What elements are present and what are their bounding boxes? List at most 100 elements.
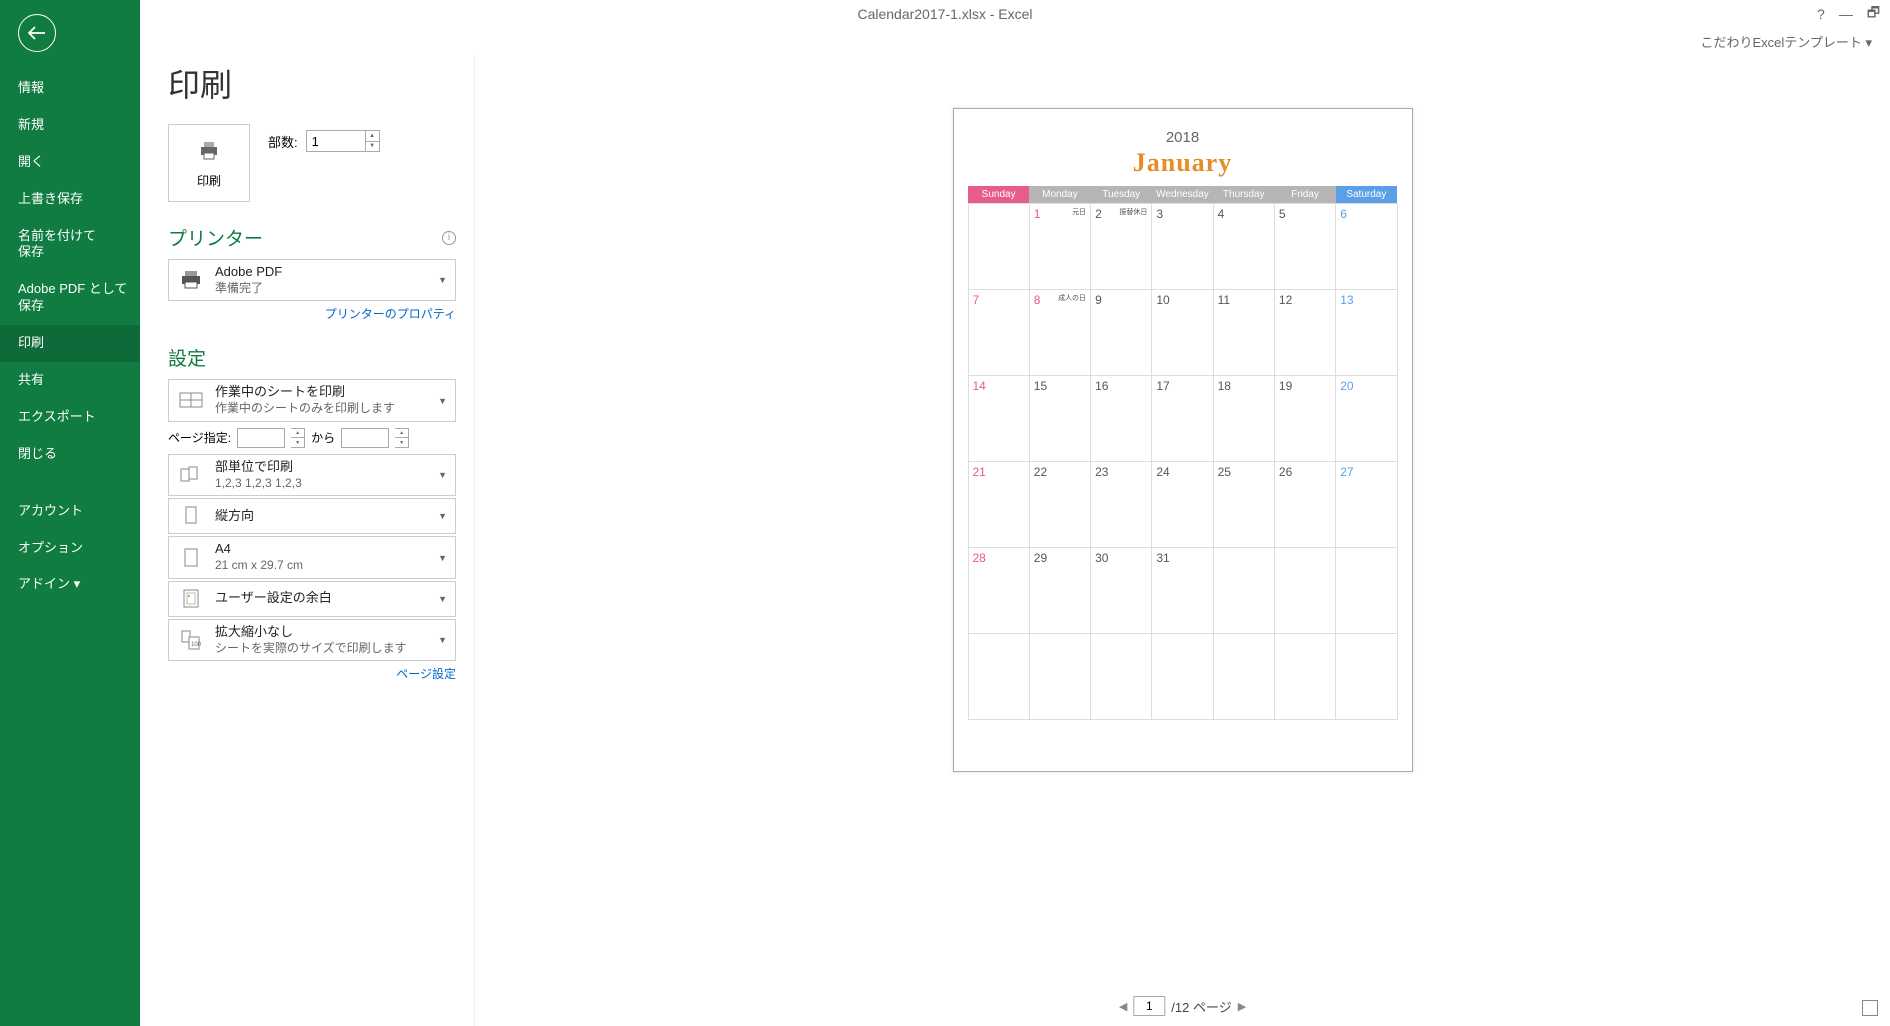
calendar-cell: 1元日 [1029,204,1090,290]
calendar-cell: 12 [1274,290,1335,376]
dow-header: Monday [1029,186,1090,204]
sidebar-item-11[interactable]: アカウント [0,493,140,530]
printer-icon [177,270,205,290]
sidebar-item-2[interactable]: 開く [0,144,140,181]
restore-button[interactable]: 🗗 [1867,2,1880,26]
calendar-cell: 26 [1274,462,1335,548]
calendar-cell [968,634,1029,720]
sidebar-item-1[interactable]: 新規 [0,107,140,144]
total-pages-label: /12 ページ [1171,997,1231,1016]
template-dropdown[interactable]: こだわりExcelテンプレート ▾ [1700,32,1872,51]
orientation-dropdown[interactable]: 縦方向 ▼ [168,498,456,534]
prev-page-button[interactable]: ◀ [1119,1000,1127,1013]
page-heading: 印刷 [168,60,456,106]
page-to-input[interactable] [341,428,389,448]
page-range-label: ページ指定: [168,429,231,446]
print-scope-dropdown[interactable]: 作業中のシートを印刷作業中のシートのみを印刷します ▼ [168,379,456,421]
calendar-cell [1336,548,1397,634]
sidebar-item-0[interactable]: 情報 [0,70,140,107]
chevron-down-icon: ▼ [438,511,447,521]
calendar-cell: 10 [1152,290,1213,376]
chevron-down-icon: ▼ [438,553,447,563]
help-button[interactable]: ? [1817,6,1825,22]
calendar-cell: 15 [1029,376,1090,462]
print-preview-area: 2018 January SundayMondayTuesdayWednesda… [474,54,1890,1026]
zoom-to-page-button[interactable] [1862,1000,1878,1016]
spin-up-icon[interactable]: ▲ [366,131,379,142]
current-page-input[interactable] [1133,996,1165,1016]
calendar-cell: 13 [1336,290,1397,376]
collate-icon [177,465,205,485]
copies-label: 部数: [268,132,298,151]
dow-header: Tuesday [1091,186,1152,204]
chevron-down-icon: ▼ [438,594,447,604]
scaling-dropdown[interactable]: 100 拡大縮小なしシートを実際のサイズで印刷します ▼ [168,619,456,661]
sidebar-item-13[interactable]: アドイン ▾ [0,566,140,603]
page-setup-link[interactable]: ページ設定 [168,665,456,682]
calendar-cell: 16 [1091,376,1152,462]
dow-header: Sunday [968,186,1029,204]
calendar-year: 2018 [968,129,1398,146]
sidebar-item-3[interactable]: 上書き保存 [0,181,140,218]
calendar-cell: 14 [968,376,1029,462]
info-icon[interactable]: i [442,231,456,245]
calendar-cell [1213,634,1274,720]
calendar-cell: 2振替休日 [1091,204,1152,290]
sidebar-item-9[interactable]: 閉じる [0,436,140,473]
calendar-cell [1213,548,1274,634]
printer-dropdown[interactable]: Adobe PDF準備完了 ▼ [168,259,456,301]
calendar-cell: 21 [968,462,1029,548]
arrow-left-icon [28,26,46,40]
printer-section-heading: プリンター [168,224,263,251]
dow-header: Saturday [1336,186,1397,204]
dow-header: Friday [1274,186,1335,204]
chevron-down-icon: ▼ [438,396,447,406]
calendar-cell [968,204,1029,290]
next-page-button[interactable]: ▶ [1238,1000,1246,1013]
sidebar-item-8[interactable]: エクスポート [0,399,140,436]
calendar-cell: 19 [1274,376,1335,462]
window-title: Calendar2017-1.xlsx - Excel [857,6,1032,22]
copies-spinner[interactable]: ▲▼ [306,130,380,152]
svg-text:100: 100 [191,642,202,648]
sidebar-item-6[interactable]: 印刷 [0,325,140,362]
calendar-cell [1152,634,1213,720]
chevron-down-icon: ▾ [1865,35,1872,50]
calendar-cell: 24 [1152,462,1213,548]
calendar-cell: 3 [1152,204,1213,290]
printer-properties-link[interactable]: プリンターのプロパティ [168,305,456,322]
sidebar-item-12[interactable]: オプション [0,530,140,567]
minimize-button[interactable]: — [1839,6,1853,22]
chevron-down-icon: ▼ [438,470,447,480]
margins-dropdown[interactable]: ユーザー設定の余白 ▼ [168,581,456,617]
scaling-icon: 100 [177,630,205,650]
calendar-table: SundayMondayTuesdayWednesdayThursdayFrid… [968,186,1398,720]
calendar-cell: 4 [1213,204,1274,290]
sidebar-item-7[interactable]: 共有 [0,362,140,399]
portrait-icon [177,506,205,526]
title-bar: Calendar2017-1.xlsx - Excel ? — 🗗 [0,0,1890,28]
calendar-cell: 30 [1091,548,1152,634]
paper-size-dropdown[interactable]: A421 cm x 29.7 cm ▼ [168,536,456,578]
sidebar-item-5[interactable]: Adobe PDF として保存 [0,271,140,325]
calendar-cell: 17 [1152,376,1213,462]
back-button[interactable] [18,14,56,52]
collate-dropdown[interactable]: 部単位で印刷1,2,3 1,2,3 1,2,3 ▼ [168,454,456,496]
calendar-cell: 20 [1336,376,1397,462]
sheets-icon [177,391,205,411]
calendar-cell [1029,634,1090,720]
calendar-cell: 23 [1091,462,1152,548]
calendar-cell: 25 [1213,462,1274,548]
calendar-cell: 11 [1213,290,1274,376]
print-button[interactable]: 印刷 [168,124,250,202]
calendar-cell: 27 [1336,462,1397,548]
spin-down-icon[interactable]: ▼ [366,142,379,152]
calendar-cell [1274,634,1335,720]
page-from-input[interactable] [237,428,285,448]
calendar-cell [1091,634,1152,720]
calendar-cell: 6 [1336,204,1397,290]
calendar-cell [1336,634,1397,720]
copies-input[interactable] [307,131,365,151]
calendar-cell: 31 [1152,548,1213,634]
sidebar-item-4[interactable]: 名前を付けて保存 [0,218,140,272]
